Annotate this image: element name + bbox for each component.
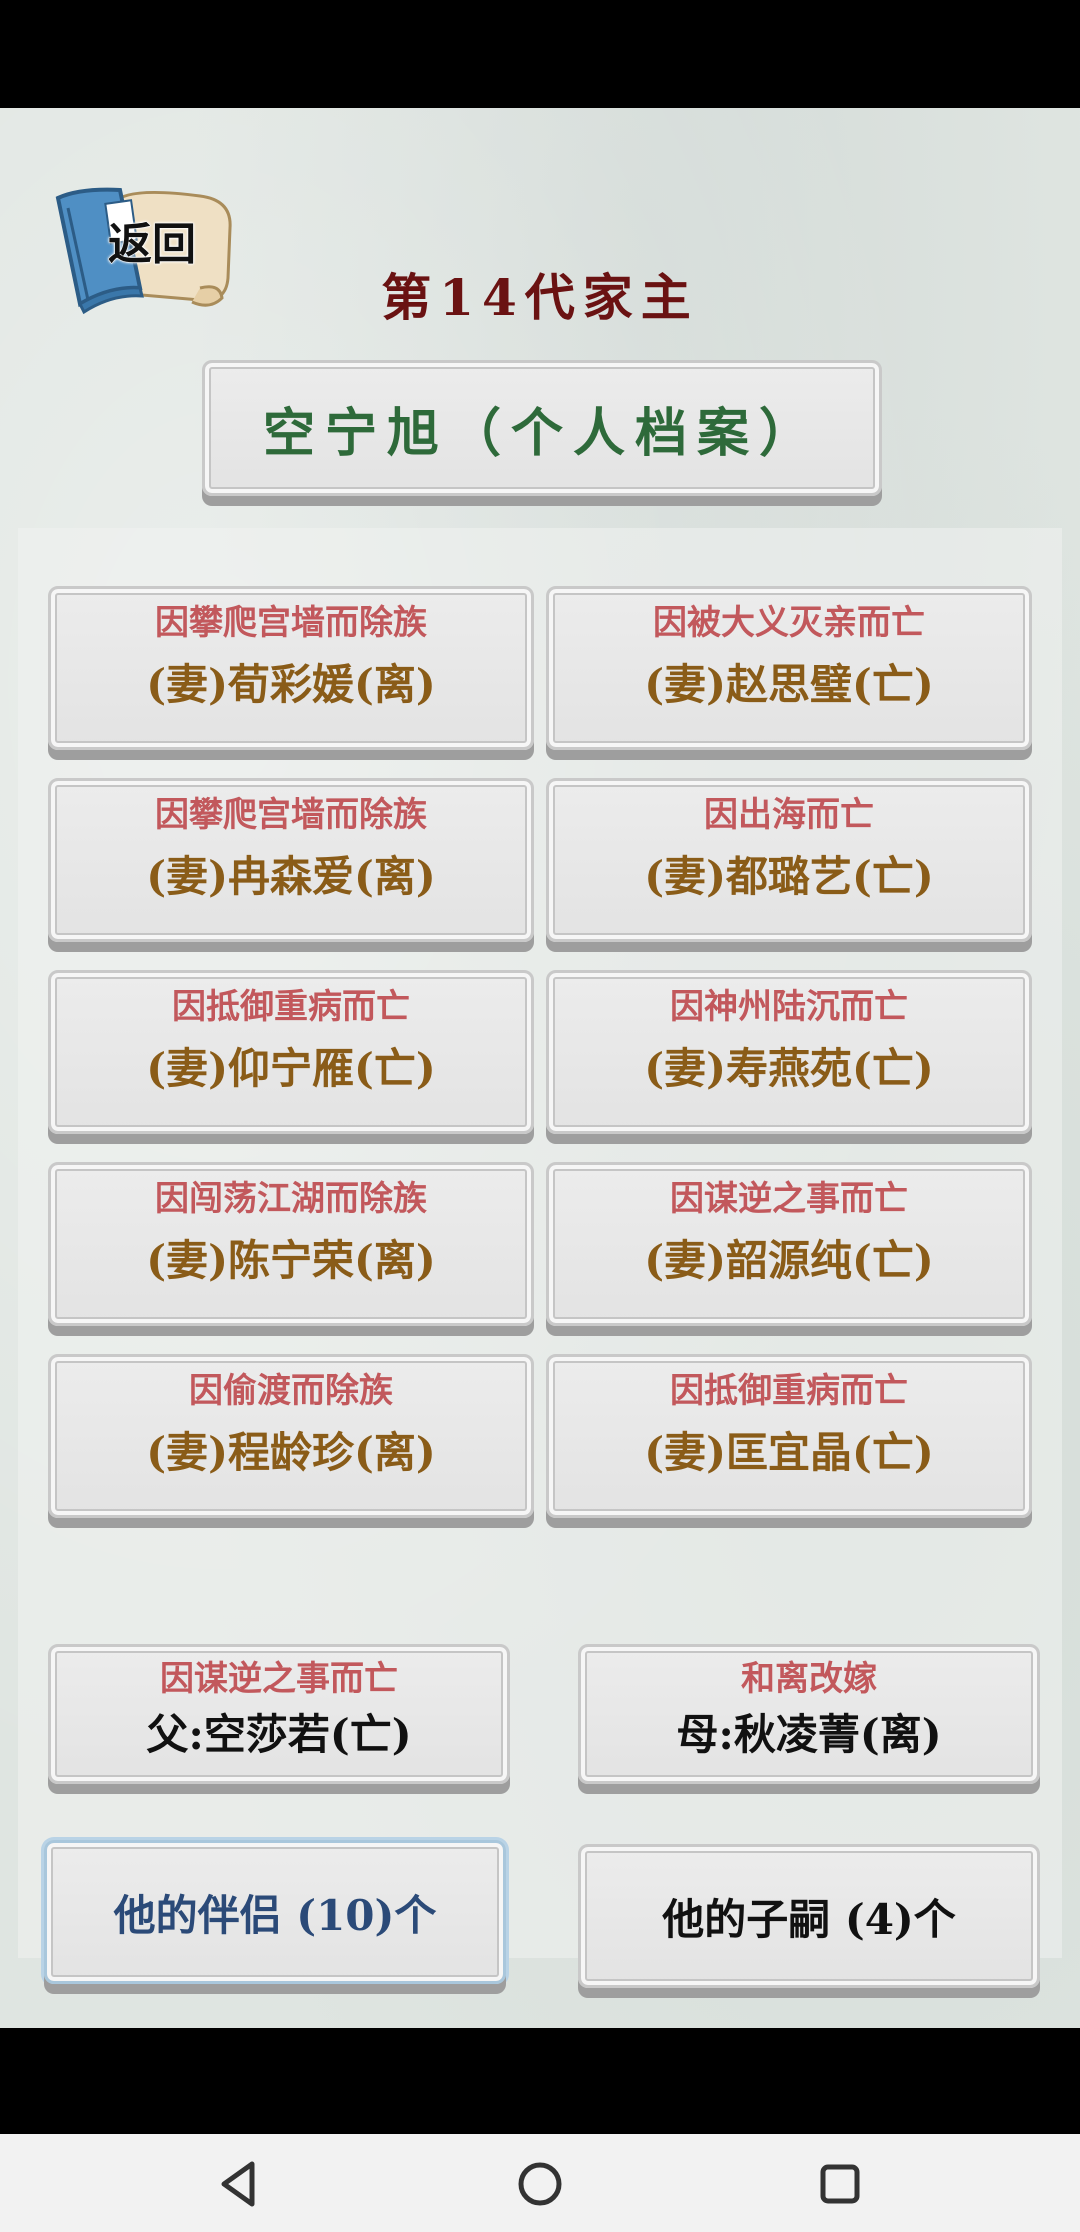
spouse-card[interactable]: 因抵御重病而亡 (妻)匡宜晶(亡) — [546, 1354, 1032, 1518]
spouse-cause: 因偷渡而除族 — [189, 1371, 393, 1411]
father-card[interactable]: 因谋逆之事而亡 父:空莎若(亡) — [48, 1644, 510, 1784]
spouse-name: (妻)韶源纯(亡) — [644, 1236, 934, 1285]
spouse-card[interactable]: 因出海而亡 (妻)都璐艺(亡) — [546, 778, 1032, 942]
game-screen: 返回 第14代家主 空宁旭（个人档案） 因攀爬宫墙而除族 (妻)荀彩媛(离) 因… — [0, 108, 1080, 2028]
spouse-cause: 因抵御重病而亡 — [172, 987, 410, 1027]
status-bar — [0, 0, 1080, 108]
spouse-name: (妻)荀彩媛(离) — [146, 660, 436, 709]
spouse-card[interactable]: 因抵御重病而亡 (妻)仰宁雁(亡) — [48, 970, 534, 1134]
partners-tab-label: 他的伴侣 (10)个 — [113, 1890, 437, 1940]
partners-tab[interactable]: 他的伴侣 (10)个 — [44, 1840, 506, 1984]
father-name: 父:空莎若(亡) — [146, 1710, 412, 1759]
spouse-name: (妻)仰宁雁(亡) — [146, 1044, 436, 1093]
home-circle-icon[interactable] — [508, 2152, 572, 2216]
recents-square-icon[interactable] — [808, 2152, 872, 2216]
spouse-card[interactable]: 因攀爬宫墙而除族 (妻)冉森爱(离) — [48, 778, 534, 942]
spouse-name: (妻)冉森爱(离) — [146, 852, 436, 901]
spouse-cause: 因攀爬宫墙而除族 — [155, 795, 427, 835]
spouse-name: (妻)寿燕苑(亡) — [644, 1044, 934, 1093]
spouse-cause: 因出海而亡 — [704, 795, 874, 835]
spouse-cause: 因抵御重病而亡 — [670, 1371, 908, 1411]
spouse-cause: 因被大义灭亲而亡 — [653, 603, 925, 643]
spouse-card[interactable]: 因攀爬宫墙而除族 (妻)荀彩媛(离) — [48, 586, 534, 750]
mother-card[interactable]: 和离改嫁 母:秋凌菁(离) — [578, 1644, 1040, 1784]
spouse-cause: 因闯荡江湖而除族 — [155, 1179, 427, 1219]
spouse-name: (妻)都璐艺(亡) — [644, 852, 934, 901]
spouse-name: (妻)陈宁荣(离) — [146, 1236, 436, 1285]
children-tab-label: 他的子嗣 (4)个 — [662, 1894, 956, 1944]
black-band — [0, 2028, 1080, 2134]
system-nav-bar — [0, 2134, 1080, 2232]
spouse-name: (妻)匡宜晶(亡) — [644, 1428, 934, 1477]
spouse-name: (妻)赵思璧(亡) — [644, 660, 934, 709]
spouse-card[interactable]: 因谋逆之事而亡 (妻)韶源纯(亡) — [546, 1162, 1032, 1326]
spouse-cause: 因攀爬宫墙而除族 — [155, 603, 427, 643]
spouse-card[interactable]: 因闯荡江湖而除族 (妻)陈宁荣(离) — [48, 1162, 534, 1326]
mother-name: 母:秋凌菁(离) — [676, 1710, 942, 1759]
father-cause: 因谋逆之事而亡 — [160, 1659, 398, 1699]
back-triangle-icon[interactable] — [208, 2152, 272, 2216]
profile-name: 空宁旭（个人档案） — [262, 402, 821, 464]
generation-title: 第14代家主 — [381, 268, 699, 327]
spouse-card[interactable]: 因神州陆沉而亡 (妻)寿燕苑(亡) — [546, 970, 1032, 1134]
spouse-cause: 因谋逆之事而亡 — [670, 1179, 908, 1219]
profile-name-plate: 空宁旭（个人档案） — [202, 360, 882, 496]
spouse-name: (妻)程龄珍(离) — [146, 1428, 436, 1477]
spouse-cause: 因神州陆沉而亡 — [670, 987, 908, 1027]
children-tab[interactable]: 他的子嗣 (4)个 — [578, 1844, 1040, 1988]
spouse-card[interactable]: 因偷渡而除族 (妻)程龄珍(离) — [48, 1354, 534, 1518]
spouse-card[interactable]: 因被大义灭亲而亡 (妻)赵思璧(亡) — [546, 586, 1032, 750]
mother-cause: 和离改嫁 — [741, 1659, 877, 1699]
